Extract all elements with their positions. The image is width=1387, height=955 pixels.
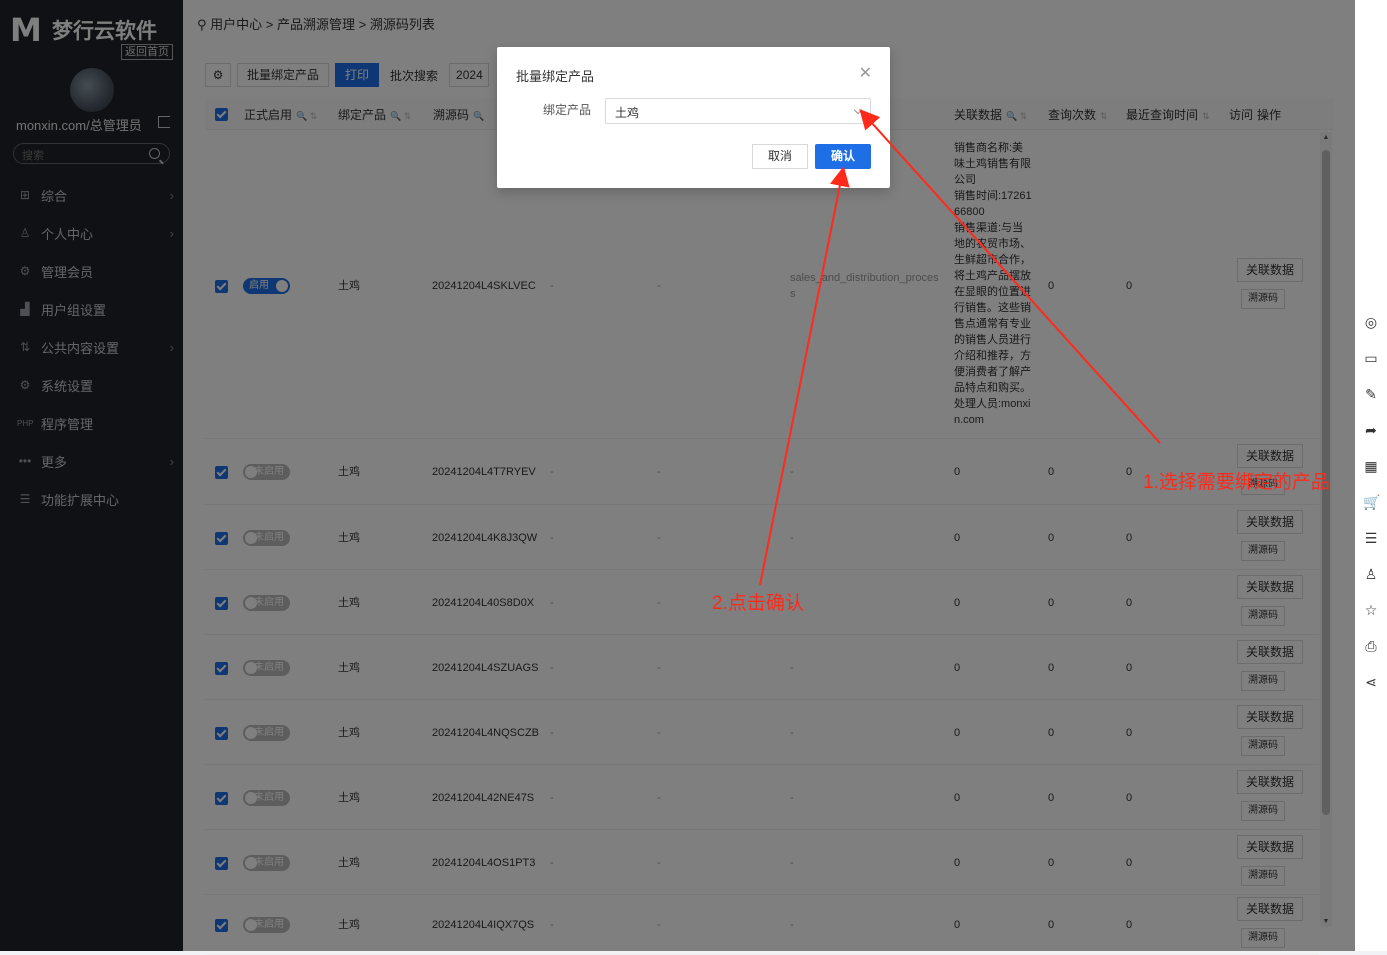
dialog-title: 批量绑定产品 — [516, 69, 595, 84]
close-icon[interactable]: ✕ — [859, 63, 872, 83]
wechat-icon[interactable]: ◎ — [1363, 314, 1379, 330]
product-select[interactable]: 土鸡 — [605, 98, 871, 124]
annotation-step1: 1.选择需要绑定的产品 — [1143, 472, 1330, 493]
right-toolbar: ◎ ▭ ✎ ➦ ▦ 🛒 ☰ ♙ ☆ ⎙ ⋖ — [1355, 0, 1387, 951]
chevron-down-icon — [853, 105, 863, 115]
bind-product-label: 绑定产品 — [543, 103, 592, 117]
message-icon[interactable]: ▭ — [1363, 350, 1379, 366]
confirm-button[interactable]: 确认 — [815, 144, 871, 169]
print-icon[interactable]: ⎙ — [1363, 638, 1379, 654]
batch-bind-dialog: 批量绑定产品 ✕ 绑定产品 土鸡 取消 确认 — [497, 47, 890, 188]
share-arrow-icon[interactable]: ➦ — [1363, 422, 1379, 438]
edit-icon[interactable]: ✎ — [1363, 386, 1379, 402]
annotation-step2: 2.点击确认 — [712, 593, 804, 614]
qrcode-icon[interactable]: ▦ — [1363, 458, 1379, 474]
cancel-button[interactable]: 取消 — [752, 144, 808, 169]
share-icon[interactable]: ⋖ — [1363, 674, 1379, 690]
list-icon[interactable]: ☰ — [1363, 530, 1379, 546]
cart-icon[interactable]: 🛒 — [1363, 494, 1380, 510]
user-icon[interactable]: ♙ — [1363, 566, 1379, 582]
product-select-value: 土鸡 — [615, 106, 640, 120]
star-icon[interactable]: ☆ — [1363, 602, 1379, 618]
